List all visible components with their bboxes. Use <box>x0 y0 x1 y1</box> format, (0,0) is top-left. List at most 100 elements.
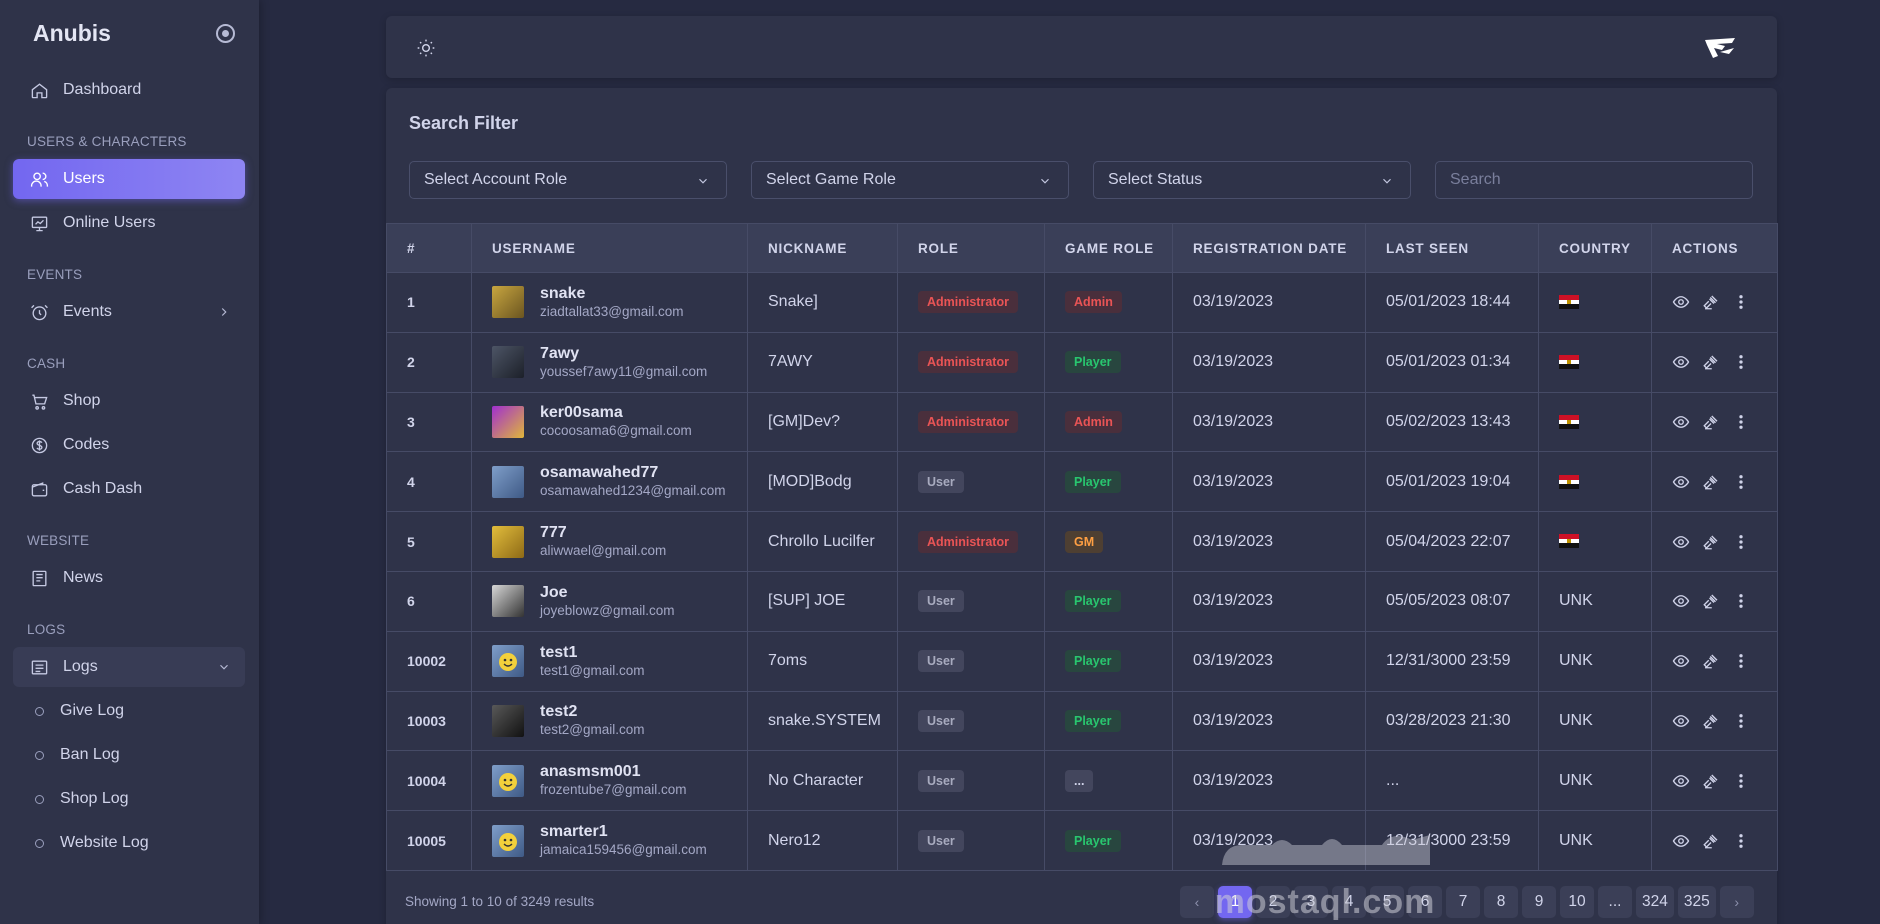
table-row[interactable]: 3 ker00sama cocoosama6@gmail.com [GM]Dev? Ad… <box>386 391 1778 453</box>
column-header[interactable]: COUNTRY <box>1538 223 1652 273</box>
sidebar-item-cash-dash[interactable]: Cash Dash <box>13 469 245 509</box>
username[interactable]: Joe <box>540 583 675 602</box>
account-role-select[interactable]: Select Account Role <box>409 161 727 199</box>
last-seen: 05/04/2023 22:07 <box>1365 511 1539 572</box>
more-vertical-icon[interactable] <box>1732 473 1750 491</box>
sidebar-subitem-give-log[interactable]: Give Log <box>13 691 245 731</box>
country-text: UNK <box>1559 711 1593 729</box>
sidebar-item-codes[interactable]: Codes <box>13 425 245 465</box>
game-role-badge: Player <box>1065 470 1121 493</box>
more-vertical-icon[interactable] <box>1732 353 1750 371</box>
eye-icon[interactable] <box>1672 533 1690 551</box>
username[interactable]: smarter1 <box>540 822 707 841</box>
column-header[interactable]: LAST SEEN <box>1365 223 1539 273</box>
more-vertical-icon[interactable] <box>1732 533 1750 551</box>
pagination-page-325[interactable]: 325 <box>1677 886 1716 918</box>
username[interactable]: anasmsm001 <box>540 762 687 781</box>
pagination-page-10[interactable]: 10 <box>1560 886 1594 918</box>
sidebar-subitem-ban-log[interactable]: Ban Log <box>13 735 245 775</box>
eye-icon[interactable] <box>1672 413 1690 431</box>
gavel-icon[interactable] <box>1702 413 1720 431</box>
avatar <box>492 405 524 438</box>
eye-icon[interactable] <box>1672 832 1690 850</box>
table-row[interactable]: 10004 anasmsm001 frozentube7@gmail.com No C… <box>386 750 1778 812</box>
column-header[interactable]: USERNAME <box>471 223 748 273</box>
eye-icon[interactable] <box>1672 772 1690 790</box>
pagination-next-button[interactable]: › <box>1719 886 1754 918</box>
game-role-cell: Player <box>1044 630 1173 692</box>
gavel-icon[interactable] <box>1702 772 1720 790</box>
table-row[interactable]: 10003 test2 test2@gmail.com snake.SYSTEM Use… <box>386 690 1778 752</box>
more-vertical-icon[interactable] <box>1732 772 1750 790</box>
eye-icon[interactable] <box>1672 353 1690 371</box>
sidebar-toggle-icon[interactable] <box>216 24 235 43</box>
table-row[interactable]: 6 Joe joyeblowz@gmail.com [SUP] JOE User Play… <box>386 570 1778 632</box>
sidebar-subitem-website-log[interactable]: Website Log <box>13 823 245 863</box>
username-cell: snake ziadtallat33@gmail.com <box>471 272 748 333</box>
sidebar-item-events[interactable]: Events <box>13 292 245 332</box>
more-vertical-icon[interactable] <box>1732 592 1750 610</box>
gavel-icon[interactable] <box>1702 652 1720 670</box>
pagination-prev-button[interactable]: ‹ <box>1180 886 1214 918</box>
sun-icon[interactable] <box>416 38 436 58</box>
username[interactable]: osamawahed77 <box>540 463 726 482</box>
table-row[interactable]: 4 osamawahed77 osamawahed1234@gmail.com [MO… <box>386 451 1778 513</box>
eye-icon[interactable] <box>1672 473 1690 491</box>
gavel-icon[interactable] <box>1702 533 1720 551</box>
more-vertical-icon[interactable] <box>1732 293 1750 311</box>
more-vertical-icon[interactable] <box>1732 832 1750 850</box>
sidebar-item-dashboard[interactable]: Dashboard <box>13 70 245 110</box>
pagination-page-9[interactable]: 9 <box>1522 886 1556 918</box>
eye-icon[interactable] <box>1672 592 1690 610</box>
last-seen: 05/05/2023 08:07 <box>1365 570 1539 632</box>
more-vertical-icon[interactable] <box>1732 652 1750 670</box>
username[interactable]: ker00sama <box>540 403 692 422</box>
eye-icon[interactable] <box>1672 652 1690 670</box>
circle-icon <box>35 794 44 804</box>
username[interactable]: 7awy <box>540 344 707 363</box>
sidebar-item-news[interactable]: News <box>13 558 245 598</box>
username[interactable]: snake <box>540 284 684 303</box>
table-row[interactable]: 1 snake ziadtallat33@gmail.com Snake] Admini… <box>386 272 1778 333</box>
column-header[interactable]: ROLE <box>897 223 1045 273</box>
gavel-icon[interactable] <box>1702 712 1720 730</box>
sidebar-item-label: Users <box>63 170 105 187</box>
username[interactable]: test2 <box>540 702 645 721</box>
users-icon <box>29 169 49 189</box>
column-header[interactable]: GAME ROLE <box>1044 223 1173 273</box>
sidebar-item-online-users[interactable]: Online Users <box>13 203 245 243</box>
more-vertical-icon[interactable] <box>1732 712 1750 730</box>
pagination-page-8[interactable]: 8 <box>1484 886 1518 918</box>
gavel-icon[interactable] <box>1702 832 1720 850</box>
eye-icon[interactable] <box>1672 293 1690 311</box>
sidebar-subitem-shop-log[interactable]: Shop Log <box>13 779 245 819</box>
table-row[interactable]: 5 777 aliwwael@gmail.com Chrollo Lucilfer Ad… <box>386 511 1778 572</box>
gavel-icon[interactable] <box>1702 592 1720 610</box>
pagination-ellipsis: ... <box>1598 886 1632 918</box>
sidebar-item-shop[interactable]: Shop <box>13 381 245 421</box>
column-header[interactable]: NICKNAME <box>747 223 898 273</box>
last-seen: 12/31/3000 23:59 <box>1365 630 1539 692</box>
pagination-page-7[interactable]: 7 <box>1446 886 1480 918</box>
username[interactable]: test1 <box>540 643 645 662</box>
pagination-page-324[interactable]: 324 <box>1636 886 1674 918</box>
gavel-icon[interactable] <box>1702 293 1720 311</box>
game-role-cell: Player <box>1044 570 1173 632</box>
game-role-select[interactable]: Select Game Role <box>751 161 1069 199</box>
gavel-icon[interactable] <box>1702 473 1720 491</box>
more-vertical-icon[interactable] <box>1732 413 1750 431</box>
search-input[interactable] <box>1435 161 1753 199</box>
gavel-icon[interactable] <box>1702 353 1720 371</box>
table-row[interactable]: 10005 smarter1 jamaica159456@gmail.com Nero… <box>386 810 1778 871</box>
sidebar-item-logs[interactable]: Logs <box>13 647 245 687</box>
table-row[interactable]: 2 7awy youssef7awy11@gmail.com 7AWY Administ… <box>386 331 1778 393</box>
username[interactable]: 777 <box>540 523 666 542</box>
brand-logo-icon[interactable] <box>1703 36 1737 60</box>
column-header[interactable]: REGISTRATION DATE <box>1172 223 1366 273</box>
eye-icon[interactable] <box>1672 712 1690 730</box>
game-role-cell: GM <box>1044 511 1173 572</box>
status-select[interactable]: Select Status <box>1093 161 1411 199</box>
table-row[interactable]: 10002 test1 test1@gmail.com 7oms User Player 0… <box>386 630 1778 692</box>
sidebar-item-users[interactable]: Users <box>13 159 245 199</box>
column-header[interactable]: # <box>386 223 472 273</box>
